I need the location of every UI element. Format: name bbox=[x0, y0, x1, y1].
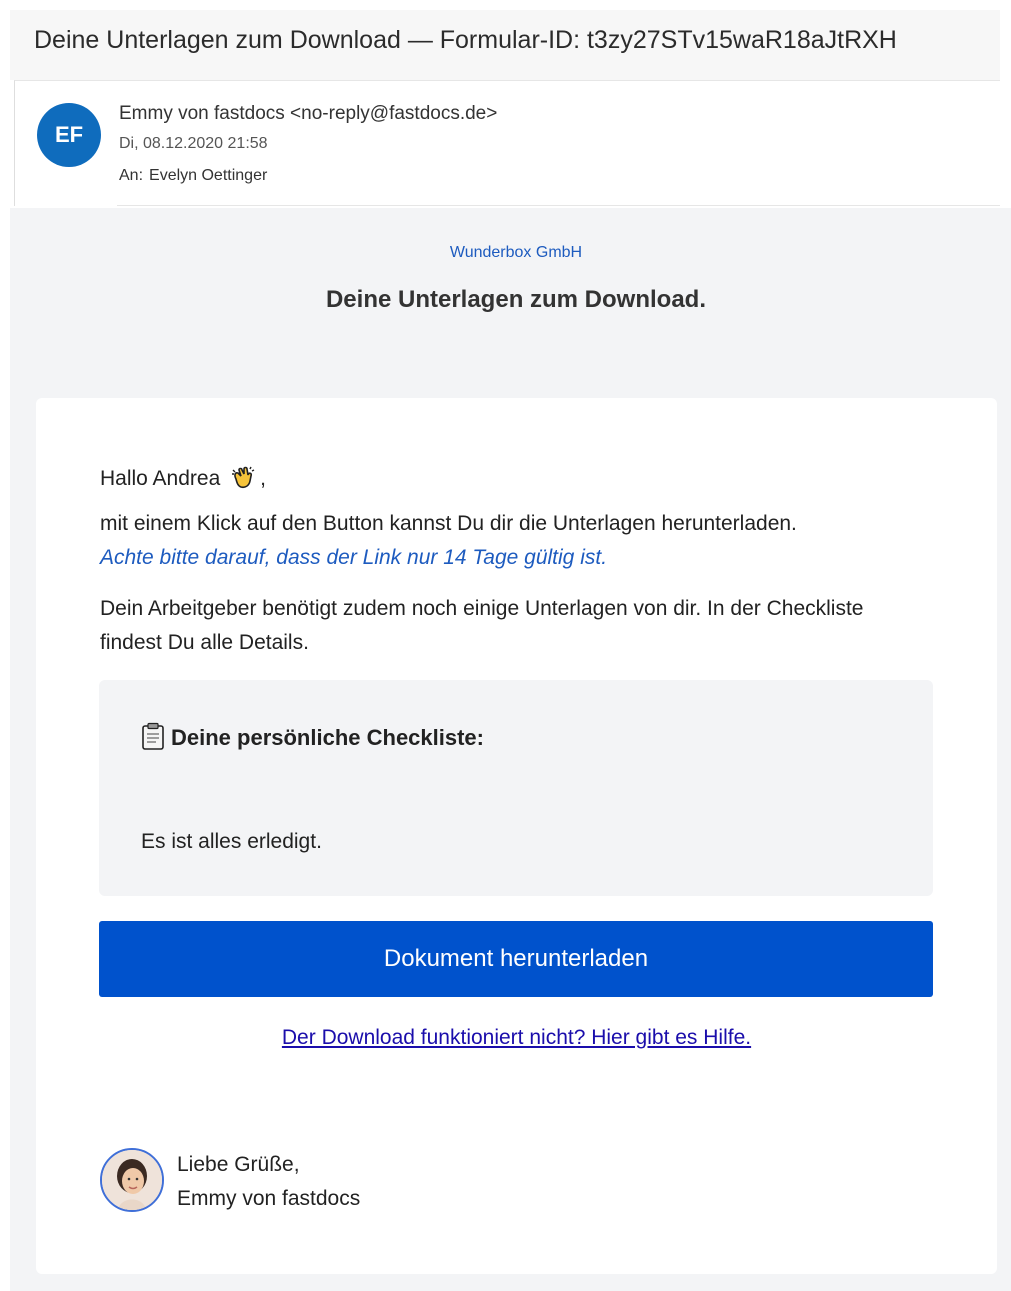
recipient-line: An: Evelyn Oettinger bbox=[119, 167, 267, 185]
checklist-title: Deine persönliche Checkliste: bbox=[171, 725, 484, 750]
signoff-greeting: Liebe Grüße, bbox=[177, 1153, 300, 1176]
greeting-comma: , bbox=[260, 467, 266, 490]
sender-avatar[interactable]: EF bbox=[37, 103, 101, 167]
documents-text: Dein Arbeitgeber benötigt zudem noch ein… bbox=[100, 597, 864, 654]
header-divider bbox=[117, 205, 1000, 206]
recipient-name[interactable]: Evelyn Oettinger bbox=[149, 167, 267, 184]
company-name: Wunderbox GmbH bbox=[449, 244, 583, 261]
email-headline: Deine Unterlagen zum Download. bbox=[325, 286, 707, 313]
signature-avatar bbox=[100, 1148, 164, 1212]
email-subject: Deine Unterlagen zum Download — Formular… bbox=[34, 26, 897, 54]
validity-note: Achte bitte darauf, dass der Link nur 14… bbox=[100, 546, 608, 569]
waving-hand-icon bbox=[232, 466, 255, 489]
email-body: Wunderbox GmbH Deine Unterlagen zum Down… bbox=[10, 208, 1011, 1291]
clipboard-icon bbox=[142, 722, 164, 750]
sender-name[interactable]: Emmy von fastdocs <no-reply@fastdocs.de> bbox=[119, 103, 497, 125]
checklist-status: Es ist alles erledigt. bbox=[141, 830, 322, 853]
download-button[interactable]: Dokument herunterladen bbox=[99, 921, 933, 997]
sent-date: Di, 08.12.2020 21:58 bbox=[119, 135, 268, 152]
portrait-image bbox=[102, 1150, 162, 1210]
subject-bar: Deine Unterlagen zum Download — Formular… bbox=[10, 10, 1000, 80]
greeting: Hallo Andrea , bbox=[100, 464, 266, 491]
signoff-name: Emmy von fastdocs bbox=[177, 1187, 361, 1210]
checklist-box: Deine persönliche Checkliste: Es ist all… bbox=[99, 680, 933, 896]
content-card: Hallo Andrea , mit einem Klick auf den B… bbox=[36, 398, 997, 1274]
signoff: Liebe Grüße, Emmy von fastdocs bbox=[177, 1148, 360, 1216]
greeting-text: Hallo Andrea bbox=[100, 467, 221, 490]
recipient-label: An: bbox=[119, 167, 144, 184]
checklist-heading: Deine persönliche Checkliste: bbox=[141, 722, 484, 751]
help-link[interactable]: Der Download funktioniert nicht? Hier gi… bbox=[36, 1026, 997, 1050]
email-header: EF Emmy von fastdocs <no-reply@fastdocs.… bbox=[14, 80, 1000, 206]
intro-text: mit einem Klick auf den Button kannst Du… bbox=[100, 512, 797, 535]
